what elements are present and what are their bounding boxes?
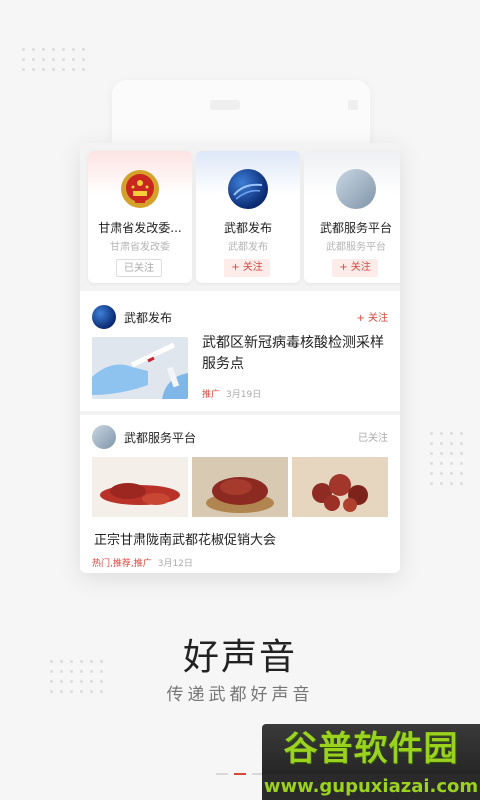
- page-indicator-dot-active: [234, 773, 246, 775]
- article-image: [192, 457, 288, 517]
- followed-button[interactable]: 已关注: [116, 259, 162, 277]
- followed-button[interactable]: 已关注: [358, 429, 388, 444]
- account-name: 武都发布: [223, 221, 272, 235]
- follow-button[interactable]: + 关注: [356, 309, 388, 324]
- article-tag: 热门,推荐,推广: [92, 559, 152, 569]
- watermark-url: www.gupuxiazai.com: [263, 776, 479, 797]
- account-recommendations: 甘肃省发改委... 甘肃省发改委 已关注 武都发布 武都发布 + 关注 武都服务…: [80, 143, 400, 291]
- article-date: 3月19日: [226, 390, 262, 400]
- avatar: [92, 425, 116, 449]
- feed-item[interactable]: 武都发布 + 关注 武都区新冠病毒核酸检测采样服务点 推广 3月19日: [80, 291, 400, 411]
- article-image: [292, 457, 388, 517]
- page-indicator-dot: [216, 773, 228, 775]
- national-emblem-icon: [120, 169, 160, 209]
- decorative-dots: [22, 48, 85, 71]
- follow-button[interactable]: + 关注: [332, 259, 378, 277]
- decorative-dots: [430, 432, 463, 485]
- account-name: 甘肃省发改委...: [98, 221, 182, 235]
- avatar: [228, 169, 268, 209]
- account-card[interactable]: 甘肃省发改委... 甘肃省发改委 已关注: [88, 151, 192, 283]
- account-subtitle: 甘肃省发改委: [110, 242, 170, 253]
- article-meta: 推广 3月19日: [202, 387, 261, 400]
- watermark-logo: 谷普软件园 www.gupuxiazai.com: [262, 724, 480, 800]
- source-name: 武都发布: [124, 311, 173, 325]
- article-date: 3月12日: [157, 559, 193, 569]
- article-image: [92, 457, 188, 517]
- follow-button[interactable]: + 关注: [224, 259, 270, 277]
- source-name: 武都服务平台: [124, 431, 197, 445]
- page-subtitle: 传递武都好声音: [166, 685, 314, 705]
- account-subtitle: 武都发布: [228, 242, 268, 253]
- account-name: 武都服务平台: [319, 221, 392, 235]
- preview-card: 甘肃省发改委... 甘肃省发改委 已关注 武都发布 武都发布 + 关注 武都服务…: [80, 143, 400, 573]
- article-title: 武都区新冠病毒核酸检测采样服务点: [202, 335, 384, 372]
- article-title: 正宗甘肃陇南武都花椒促销大会: [94, 533, 277, 548]
- feed-item[interactable]: 武都服务平台 已关注 正宗甘肃陇南武都花椒促销大会 热门,推荐,推广 3月12日: [80, 415, 400, 573]
- article-thumbnail: [92, 337, 188, 399]
- avatar: [92, 305, 116, 329]
- watermark-brand: 谷普软件园: [283, 729, 459, 769]
- account-card[interactable]: 武都服务平台 武都服务平台 + 关注: [304, 151, 400, 283]
- page-title: 好声音: [182, 637, 297, 678]
- avatar: [336, 169, 376, 209]
- account-card[interactable]: 武都发布 武都发布 + 关注: [196, 151, 300, 283]
- article-meta: 热门,推荐,推广 3月12日: [92, 556, 193, 569]
- account-subtitle: 武都服务平台: [326, 242, 386, 253]
- article-tag: 推广: [202, 390, 221, 400]
